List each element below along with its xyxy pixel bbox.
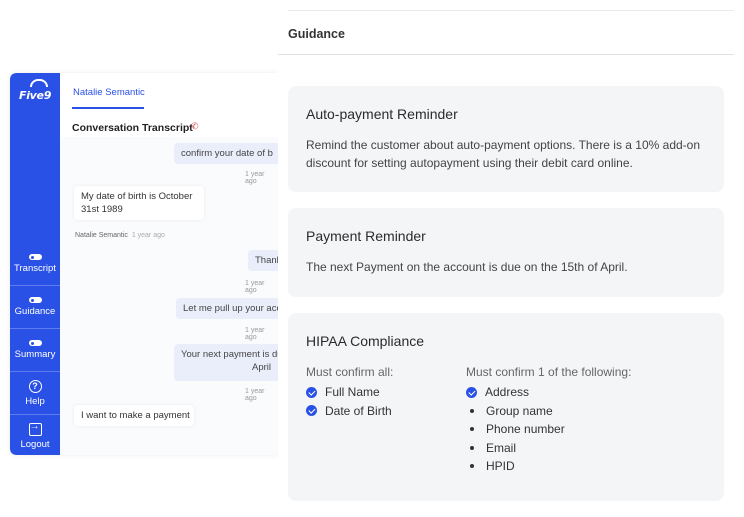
active-tab-indicator [72, 107, 144, 109]
nav-transcript[interactable]: Transcript [10, 243, 60, 286]
confirm-all-column: Must confirm all: Full Name Date of Birt… [306, 363, 466, 476]
transcript-content: Natalie Semantic Conversation Transcript… [60, 73, 278, 455]
nav-summary[interactable]: Summary [10, 329, 60, 372]
five9-logo: Five9 [16, 79, 54, 103]
transcript-scroll[interactable]: confirm your date of b 1 year ago My dat… [60, 137, 278, 455]
divider [288, 10, 734, 11]
guidance-card-hipaa: HIPAA Compliance Must confirm all: Full … [288, 313, 724, 501]
check-circle-icon [306, 386, 317, 398]
nav-rail: Five9 Transcript Guidance Summary ? Help… [10, 73, 60, 455]
check-circle-icon [466, 386, 477, 398]
nav-logout[interactable]: Logout [10, 415, 60, 455]
message-timestamp: 1 year ago [245, 280, 265, 294]
card-title: HIPAA Compliance [306, 333, 425, 349]
option-item: Group name [466, 402, 706, 421]
guidance-panel: Guidance Auto-payment Reminder Remind th… [278, 0, 744, 517]
nav-label: Guidance [14, 306, 56, 317]
option-item: Phone number [466, 420, 706, 439]
phone-icon: ✆ [191, 121, 199, 131]
bullet-icon [470, 445, 474, 450]
bullet-icon [470, 408, 474, 413]
option-item: HPID [466, 457, 706, 476]
logout-icon [28, 421, 42, 436]
divider [278, 54, 734, 55]
nav-help[interactable]: ? Help [10, 372, 60, 415]
toggle-icon [28, 340, 42, 346]
nav-label: Logout [20, 439, 50, 450]
confirm-one-column: Must confirm 1 of the following: Address… [466, 363, 706, 476]
message-timestamp: 1 year ago [245, 171, 265, 185]
confirm-all-label: Must confirm all: [306, 365, 394, 379]
nav-label: Summary [14, 349, 56, 360]
agent-app-panel: Five9 Transcript Guidance Summary ? Help… [10, 73, 278, 455]
agent-message: Let me pull up your acco [176, 298, 278, 319]
message-timestamp: 1 year ago [245, 388, 265, 402]
guidance-card-auto-payment: Auto-payment Reminder Remind the custome… [288, 86, 724, 192]
bullet-icon [470, 464, 474, 469]
message-timestamp: 1 year ago [245, 327, 265, 341]
confirm-item: Address [466, 383, 706, 402]
customer-message: My date of birth is October 31st 1989 [74, 186, 204, 220]
help-icon: ? [28, 379, 42, 393]
nav-guidance[interactable]: Guidance [10, 286, 60, 329]
customer-message: I want to make a payment [74, 405, 194, 426]
card-title: Payment Reminder [306, 228, 426, 244]
confirm-one-label: Must confirm 1 of the following: [466, 365, 632, 379]
agent-message: Thank [248, 250, 278, 271]
guidance-card-payment-reminder: Payment Reminder The next Payment on the… [288, 208, 724, 297]
card-body: The next Payment on the account is due o… [306, 260, 628, 274]
bullet-icon [470, 427, 474, 432]
toggle-icon [28, 254, 42, 260]
agent-message: confirm your date of b [174, 143, 278, 164]
option-item: Email [466, 439, 706, 458]
agent-message: Your next payment is du April [174, 344, 278, 381]
message-sender: Natalie Semantic 1 year ago [75, 232, 165, 239]
tab-natalie-semantic[interactable]: Natalie Semantic [73, 87, 145, 98]
confirm-item: Full Name [306, 383, 466, 402]
toggle-icon [28, 297, 42, 303]
confirm-item: Date of Birth [306, 402, 466, 421]
check-circle-icon [306, 405, 317, 417]
conversation-title: Conversation Transcript [72, 122, 193, 134]
logo-arc-icon [30, 79, 48, 87]
nav-label: Help [25, 395, 45, 407]
guidance-title: Guidance [288, 27, 345, 41]
card-title: Auto-payment Reminder [306, 106, 458, 122]
card-body: Remind the customer about auto-payment o… [306, 138, 701, 170]
hipaa-columns: Must confirm all: Full Name Date of Birt… [306, 363, 706, 476]
nav-label: Transcript [14, 263, 56, 274]
